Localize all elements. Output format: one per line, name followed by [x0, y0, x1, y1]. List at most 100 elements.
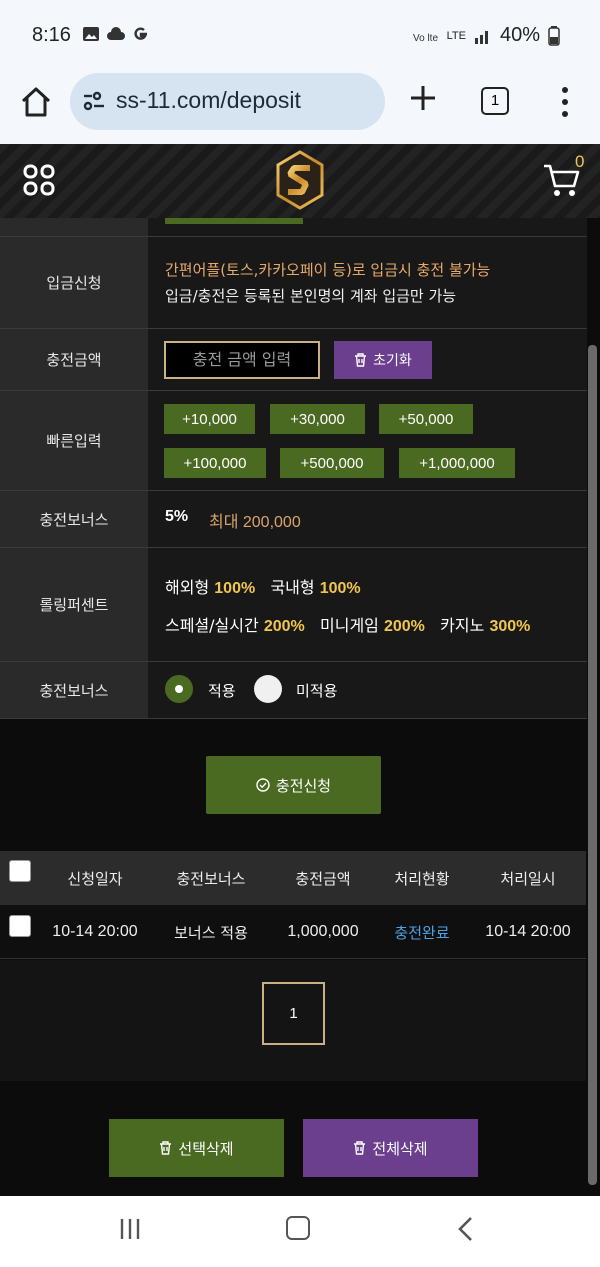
- url-text[interactable]: ss-11.com/deposit: [116, 87, 301, 114]
- quick-button-500000[interactable]: +500,000: [280, 448, 384, 478]
- battery-percent: 40%: [499, 24, 540, 46]
- browser-toolbar: ss-11.com/deposit 1: [0, 72, 600, 144]
- cell-processed: 10-14 20:00: [485, 923, 571, 940]
- form-row-amount: 충전금액 충전 금액 입력 초기화: [0, 329, 587, 391]
- rolling-line-1: 해외형 100% 국내형 100%: [165, 574, 361, 598]
- radio-no-apply[interactable]: [254, 675, 282, 703]
- quick-button-100000[interactable]: +100,000: [164, 448, 266, 478]
- network-type: LTE: [446, 29, 466, 42]
- google-icon: [134, 27, 148, 40]
- delete-selected-button[interactable]: 선택삭제: [109, 1119, 284, 1177]
- recent-apps-icon[interactable]: [118, 1218, 142, 1240]
- notice-info: 입금/충전은 등록된 본인명의 계좌 입금만 가능: [165, 287, 457, 305]
- quick-button-50000[interactable]: +50,000: [379, 404, 473, 434]
- image-icon: [83, 27, 99, 41]
- deposit-content: 입금신청 간편어플(토스,카카오페이 등)로 입금시 충전 불가능 입금/충전은…: [0, 218, 600, 1196]
- deposit-notice-value: 간편어플(토스,카카오페이 등)로 입금시 충전 불가능 입금/충전은 등록된 …: [148, 237, 587, 328]
- rolling-value: 해외형 100% 국내형 100% 스페셜/실시간 200% 미니게임 200%…: [148, 548, 587, 661]
- signal-icon: [474, 30, 488, 44]
- menu-grid-icon[interactable]: [22, 163, 56, 197]
- bonus-label: 충전보너스: [0, 491, 148, 547]
- cell-date: 10-14 20:00: [52, 923, 138, 940]
- cell-amount: 1,000,000: [287, 923, 359, 940]
- status-notification-icons: [82, 25, 150, 43]
- more-menu-icon[interactable]: [560, 84, 570, 120]
- rolling-casino-label: 카지노: [440, 616, 485, 635]
- rolling-minigame-label: 미니게임: [320, 616, 379, 635]
- home-nav-icon[interactable]: [286, 1216, 310, 1240]
- bonus-apply-value: 적용 미적용: [148, 662, 587, 718]
- quick-label: 빠른입력: [0, 391, 148, 490]
- site-settings-icon[interactable]: [82, 91, 106, 111]
- row-checkbox[interactable]: [9, 915, 31, 937]
- rolling-special-value: 200%: [263, 618, 305, 635]
- back-icon[interactable]: [456, 1216, 476, 1242]
- rolling-label: 롤링퍼센트: [0, 548, 148, 661]
- check-circle-icon: [256, 778, 270, 792]
- column-processed: 처리일시: [500, 869, 556, 888]
- reset-button[interactable]: 초기화: [334, 341, 432, 379]
- volte-icon: Vo lte: [413, 33, 438, 43]
- home-icon[interactable]: [18, 84, 54, 120]
- radio-apply[interactable]: [165, 675, 193, 703]
- battery-icon: [548, 25, 560, 46]
- amount-input[interactable]: 충전 금액 입력: [164, 341, 320, 379]
- page-button-1[interactable]: 1: [262, 982, 325, 1045]
- new-tab-icon[interactable]: [407, 82, 439, 114]
- history-table-header: 신청일자 충전보너스 충전금액 처리현황 처리일시: [0, 851, 586, 905]
- form-row-deposit-notice: 입금신청 간편어플(토스,카카오페이 등)로 입금시 충전 불가능 입금/충전은…: [0, 237, 587, 329]
- table-row: 10-14 20:00 보너스 적용 1,000,000 충전완료 10-14 …: [0, 905, 586, 959]
- column-amount: 충전금액: [295, 869, 351, 888]
- trash-icon: [160, 1141, 172, 1155]
- status-time: 8:16: [32, 24, 71, 46]
- quick-button-10000[interactable]: +10,000: [164, 404, 255, 434]
- address-bar[interactable]: ss-11.com/deposit: [70, 73, 385, 130]
- site-logo[interactable]: [276, 150, 324, 210]
- status-bar: 8:16 Vo lte LTE 40%: [0, 0, 600, 72]
- trash-icon: [355, 353, 367, 367]
- status-system-icons: Vo lte LTE 40%: [413, 24, 560, 47]
- delete-all-label: 전체삭제: [372, 1139, 428, 1158]
- cloud-icon: [107, 27, 125, 40]
- form-row-bonus-apply: 충전보너스 적용 미적용: [0, 662, 587, 719]
- delete-selected-label: 선택삭제: [178, 1139, 234, 1158]
- reset-label: 초기화: [373, 353, 412, 369]
- cell-bonus: 보너스 적용: [174, 923, 248, 942]
- rolling-overseas-label: 해외형: [165, 578, 210, 597]
- rolling-overseas-value: 100%: [214, 580, 256, 597]
- rolling-casino-value: 300%: [489, 618, 531, 635]
- column-bonus: 충전보너스: [176, 869, 246, 888]
- column-date: 신청일자: [67, 869, 123, 888]
- submit-deposit-button[interactable]: 충전신청: [206, 756, 381, 814]
- rolling-minigame-value: 200%: [383, 618, 425, 635]
- select-all-checkbox[interactable]: [9, 860, 31, 882]
- system-nav-bar: [0, 1196, 600, 1267]
- trash-icon: [354, 1141, 366, 1155]
- form-row-quick: 빠른입력 +10,000 +30,000 +50,000 +100,000 +5…: [0, 391, 587, 491]
- quick-value: +10,000 +30,000 +50,000 +100,000 +500,00…: [148, 391, 587, 490]
- amount-value: 충전 금액 입력 초기화: [148, 329, 587, 390]
- submit-label: 충전신청: [275, 776, 332, 795]
- rolling-special-label: 스페셜/실시간: [165, 616, 259, 635]
- bonus-value: 5% 최대 200,000: [148, 491, 587, 547]
- bonus-max: 최대 200,000: [209, 514, 301, 531]
- form-row-top-partial: [0, 218, 587, 237]
- notice-warning: 간편어플(토스,카카오페이 등)로 입금시 충전 불가능: [165, 261, 491, 279]
- svg-text:Vo lte: Vo lte: [413, 33, 438, 43]
- deposit-notice-label: 입금신청: [0, 237, 148, 328]
- rolling-domestic-label: 국내형: [270, 578, 315, 597]
- cart-count-badge: 0: [575, 152, 585, 171]
- partial-button[interactable]: [165, 218, 303, 224]
- quick-button-1000000[interactable]: +1,000,000: [399, 448, 515, 478]
- form-row-rolling: 롤링퍼센트 해외형 100% 국내형 100% 스페셜/실시간 200% 미니게…: [0, 548, 587, 662]
- bonus-percent: 5%: [165, 508, 189, 525]
- radio-no-apply-label[interactable]: 미적용: [296, 680, 337, 701]
- page-scrollbar[interactable]: [588, 345, 597, 1185]
- quick-button-30000[interactable]: +30,000: [270, 404, 365, 434]
- tab-switcher-button[interactable]: 1: [481, 87, 509, 115]
- rolling-line-2: 스페셜/실시간 200% 미니게임 200% 카지노 300%: [165, 612, 530, 636]
- rolling-domestic-value: 100%: [319, 580, 361, 597]
- radio-apply-label[interactable]: 적용: [208, 680, 236, 701]
- form-row-bonus: 충전보너스 5% 최대 200,000: [0, 491, 587, 548]
- delete-all-button[interactable]: 전체삭제: [303, 1119, 478, 1177]
